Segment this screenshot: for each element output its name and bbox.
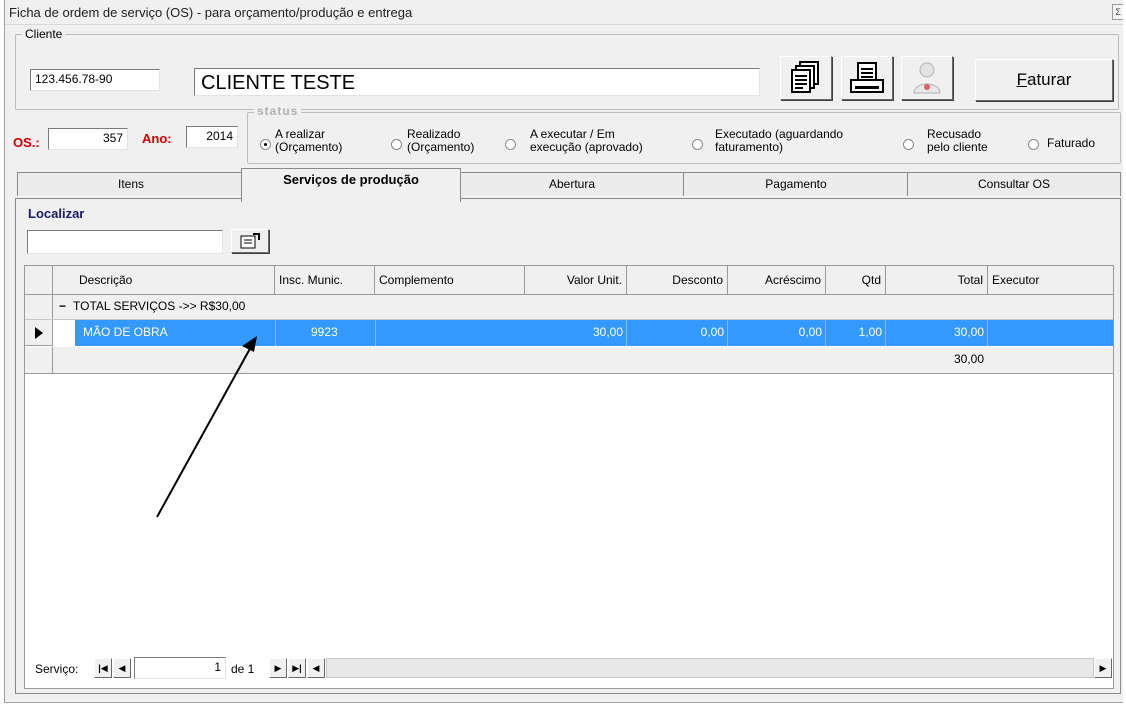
servicos-grid[interactable]: Descrição Insc. Munic. Complemento Valor… — [24, 265, 1114, 689]
print-button[interactable] — [841, 56, 893, 100]
col-desconto[interactable]: Desconto — [627, 266, 728, 294]
col-qtd[interactable]: Qtd — [826, 266, 886, 294]
cliente-legend: Cliente — [22, 27, 66, 41]
radio-realizado[interactable] — [391, 139, 402, 150]
os-number-field[interactable]: 357 — [48, 128, 128, 150]
radio-realizado-label[interactable]: Realizado (Orçamento) — [407, 128, 474, 154]
footer-total-row: 30,00 — [25, 347, 1113, 374]
col-insc-munic[interactable]: Insc. Munic. — [275, 266, 375, 294]
os-label: OS.: — [13, 135, 40, 150]
tab-servicos-producao[interactable]: Serviços de produção — [241, 168, 461, 202]
radio-executado-label[interactable]: Executado (aguardando faturamento) — [715, 128, 843, 154]
localizar-label: Localizar — [28, 206, 85, 221]
col-executor[interactable]: Executor — [988, 266, 1113, 294]
scroll-left-icon[interactable]: ◀ — [307, 658, 325, 678]
footer-total-value: 30,00 — [953, 352, 984, 366]
col-descricao[interactable]: Descrição — [53, 266, 275, 294]
cliente-name-field[interactable]: CLIENTE TESTE — [194, 68, 760, 96]
tab-abertura[interactable]: Abertura — [459, 172, 685, 196]
footer-indicator — [25, 347, 53, 373]
grid-indicator — [25, 295, 53, 319]
record-number-field[interactable]: 1 — [134, 657, 226, 679]
printer-icon — [850, 62, 884, 93]
navigator-label: Serviço: — [35, 662, 79, 676]
radio-a-executar-label[interactable]: A executar / Em execução (aprovado) — [530, 128, 643, 154]
horizontal-scrollbar[interactable] — [326, 658, 1094, 678]
radio-a-realizar-label[interactable]: A realizar (Orçamento) — [275, 128, 342, 154]
localizar-button[interactable] — [231, 229, 269, 253]
ano-field[interactable]: 2014 — [186, 126, 238, 148]
radio-recusado-label[interactable]: Recusado pelo cliente — [927, 128, 988, 154]
radio-a-executar[interactable] — [505, 139, 516, 150]
grid-header: Descrição Insc. Munic. Complemento Valor… — [25, 266, 1113, 295]
radio-faturado-label[interactable]: Faturado — [1047, 137, 1095, 150]
col-valor-unit[interactable]: Valor Unit. — [525, 266, 627, 294]
col-acrescimo[interactable]: Acréscimo — [728, 266, 826, 294]
localizar-input[interactable] — [27, 230, 223, 254]
title-bar: Ficha de ordem de serviço (OS) - para or… — [5, 0, 1123, 25]
documents-button[interactable] — [780, 56, 832, 100]
radio-executado[interactable] — [692, 139, 703, 150]
column-dividers — [25, 320, 1113, 346]
scroll-right-icon[interactable]: ▶ — [1094, 658, 1112, 678]
tab-itens[interactable]: Itens — [17, 172, 245, 196]
col-complemento[interactable]: Complemento — [375, 266, 525, 294]
next-record-icon[interactable]: ▶ — [269, 658, 287, 678]
first-record-icon[interactable]: |◀ — [94, 658, 112, 678]
group-row[interactable]: − TOTAL SERVIÇOS ->> R$30,00 — [25, 295, 1113, 320]
status-group: status — [247, 104, 1121, 164]
user-icon — [913, 62, 941, 94]
user-button[interactable] — [901, 56, 953, 100]
record-count-text: de 1 — [231, 662, 255, 676]
radio-faturado[interactable] — [1028, 139, 1039, 150]
tab-consultar-os[interactable]: Consultar OS — [907, 172, 1121, 196]
table-row[interactable]: MÃO DE OBRA 9923 30,00 0,00 0,00 1,00 30… — [25, 320, 1113, 346]
faturar-button[interactable]: Faturar — [975, 59, 1113, 101]
cliente-code-field[interactable]: 123.456.78-90 — [30, 69, 160, 91]
system-menu-icon[interactable]: Σ — [1112, 4, 1123, 20]
status-legend: status — [254, 104, 302, 118]
radio-a-realizar[interactable] — [260, 139, 271, 150]
col-total[interactable]: Total — [886, 266, 988, 294]
properties-icon — [240, 233, 260, 249]
documents-icon — [791, 61, 819, 93]
radio-recusado[interactable] — [903, 139, 914, 150]
window-title: Ficha de ordem de serviço (OS) - para or… — [9, 5, 413, 20]
group-row-text: TOTAL SERVIÇOS ->> R$30,00 — [73, 299, 246, 313]
tab-pagamento[interactable]: Pagamento — [683, 172, 909, 196]
ano-label: Ano: — [142, 131, 172, 146]
prev-record-icon[interactable]: ◀ — [113, 658, 131, 678]
group-toggle-icon[interactable]: − — [55, 299, 70, 313]
last-record-icon[interactable]: ▶| — [288, 658, 306, 678]
grid-indicator-header — [25, 266, 53, 294]
